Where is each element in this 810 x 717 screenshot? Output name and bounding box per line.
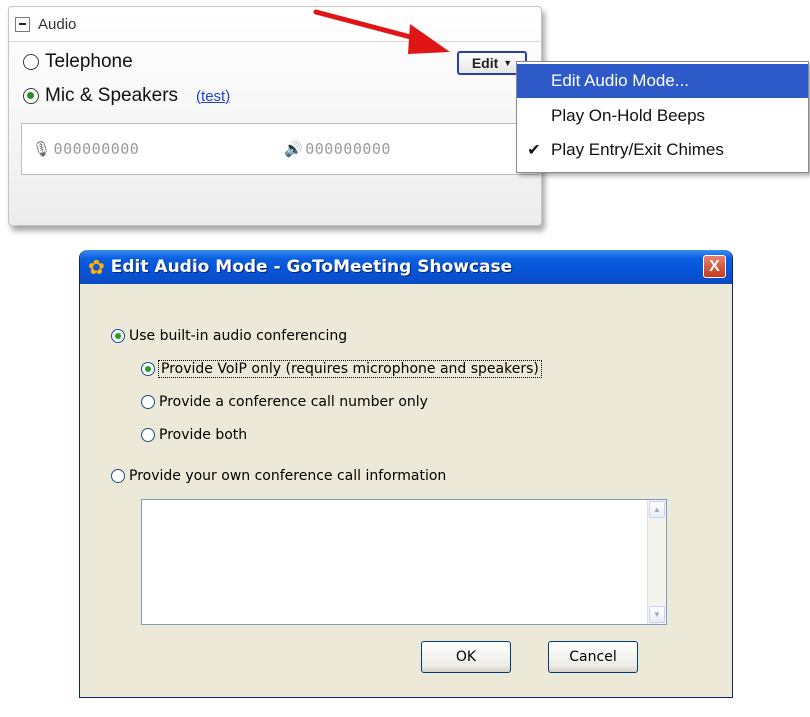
scroll-up-icon[interactable]: ▲ (649, 501, 665, 518)
own-conference-option[interactable]: Provide your own conference call informa… (111, 468, 446, 484)
mic-speakers-option[interactable]: Mic & Speakers (test) (23, 85, 230, 107)
provide-both-radio[interactable] (141, 428, 155, 442)
menu-item-label: Edit Audio Mode... (551, 71, 689, 90)
divider (9, 41, 541, 42)
conference-info-textarea[interactable]: ▲ ▼ (141, 499, 667, 625)
builtin-audio-option[interactable]: Use built-in audio conferencing (111, 328, 347, 344)
provide-both-label: Provide both (159, 427, 248, 443)
own-conference-radio[interactable] (111, 469, 125, 483)
test-link[interactable]: (test) (196, 88, 230, 105)
voip-only-label: Provide VoIP only (requires microphone a… (158, 360, 542, 378)
conference-number-option[interactable]: Provide a conference call number only (141, 394, 428, 410)
menu-item-label: Play Entry/Exit Chimes (551, 140, 724, 159)
edit-button-label: Edit (471, 55, 499, 71)
cancel-button[interactable]: Cancel (548, 641, 638, 673)
builtin-audio-label: Use built-in audio conferencing (129, 328, 348, 344)
chevron-down-icon: ▼ (503, 58, 513, 68)
own-conference-label: Provide your own conference call informa… (129, 468, 447, 484)
telephone-radio[interactable] (23, 54, 39, 70)
telephone-label: Telephone (45, 51, 133, 72)
edit-dropdown-menu: Edit Audio Mode... Play On-Hold Beeps ✔ … (516, 61, 809, 173)
dialog-titlebar[interactable]: ✿ Edit Audio Mode - GoToMeeting Showcase… (80, 250, 732, 284)
conference-number-label: Provide a conference call number only (159, 394, 428, 410)
voip-only-option[interactable]: Provide VoIP only (requires microphone a… (141, 360, 542, 378)
conference-number-radio[interactable] (141, 395, 155, 409)
speaker-level-meter: 🔊 000000000 (284, 140, 391, 158)
speaker-level-value: 000000000 (305, 140, 391, 158)
annotation-arrow-icon (313, 9, 450, 54)
menu-item-edit-audio-mode[interactable]: Edit Audio Mode... (517, 64, 808, 98)
menu-item-label: Play On-Hold Beeps (551, 106, 706, 125)
close-button[interactable]: X (703, 255, 726, 278)
builtin-audio-radio[interactable] (111, 329, 125, 343)
provide-both-option[interactable]: Provide both (141, 427, 247, 443)
collapse-icon[interactable] (15, 16, 30, 32)
audio-panel-title: Audio (38, 15, 77, 33)
ok-button[interactable]: OK (421, 641, 511, 673)
scroll-down-icon[interactable]: ▼ (649, 606, 665, 623)
mic-speakers-radio[interactable] (23, 88, 39, 104)
dialog-title: Edit Audio Mode - GoToMeeting Showcase (110, 257, 513, 277)
edit-audio-mode-dialog: ✿ Edit Audio Mode - GoToMeeting Showcase… (79, 250, 733, 698)
textarea-scrollbar[interactable]: ▲ ▼ (647, 500, 666, 624)
voip-only-radio[interactable] (141, 362, 155, 376)
audio-level-meters: 🎙 000000000 🔊 000000000 (21, 123, 539, 175)
gotomeeting-flower-icon: ✿ (88, 256, 105, 279)
microphone-icon: 🎙 (32, 140, 52, 158)
mic-speakers-label: Mic & Speakers (45, 85, 179, 106)
mic-level-meter: 🎙 000000000 (32, 140, 139, 158)
telephone-option[interactable]: Telephone (23, 51, 133, 73)
dialog-body: Use built-in audio conferencing Provide … (84, 284, 728, 693)
audio-panel-header: Audio (15, 13, 76, 35)
audio-panel: Audio Telephone Mic & Speakers (test) Ed… (8, 6, 542, 226)
mic-level-value: 000000000 (53, 140, 140, 158)
speaker-icon: 🔊 (284, 140, 304, 158)
menu-item-on-hold-beeps[interactable]: Play On-Hold Beeps (517, 99, 808, 133)
checkmark-icon: ✔ (527, 142, 541, 159)
menu-item-entry-exit-chimes[interactable]: ✔ Play Entry/Exit Chimes (517, 133, 808, 167)
